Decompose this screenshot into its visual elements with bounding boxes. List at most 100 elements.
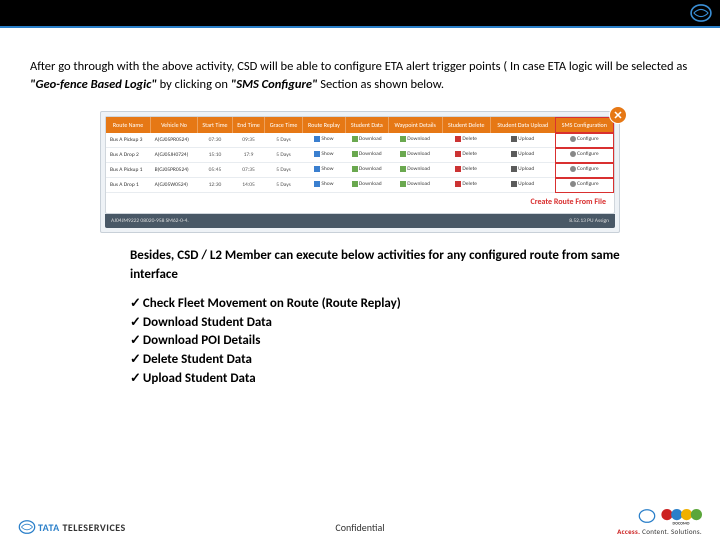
cell-show[interactable]: Show (303, 133, 346, 148)
brand-tata: TATA (38, 521, 62, 534)
list-item: Upload Student Data (130, 370, 660, 389)
title-bar (0, 0, 720, 28)
cell-upload[interactable]: Upload (490, 163, 555, 178)
route-table: Route Name Vehicle No Start Time End Tim… (106, 117, 614, 193)
cell-delete[interactable]: Delete (442, 178, 490, 193)
close-icon[interactable]: ✕ (609, 106, 627, 124)
cell-upload[interactable]: Upload (490, 148, 555, 163)
cell-upload[interactable]: Upload (490, 133, 555, 148)
col-end: End Time (232, 117, 264, 133)
strip-left: AJ04JM9222 08020-958 SM62-0-4. (111, 218, 189, 224)
cell-grace: 5 Days (265, 148, 303, 163)
route-panel: Route Name Vehicle No Start Time End Tim… (105, 116, 615, 214)
cell-show[interactable]: Show (303, 178, 346, 193)
cell-start: 05:45 (197, 163, 232, 178)
gear-icon (570, 136, 576, 142)
eye-icon (314, 136, 320, 142)
docomo-block: DOCOMO (617, 505, 702, 527)
cell-route: Bus A Pickup 1 (106, 163, 151, 178)
download-icon (400, 181, 406, 187)
create-route-link[interactable]: Create Route From File (106, 193, 614, 213)
tata-logo-top (690, 4, 712, 22)
delete-icon (455, 166, 461, 172)
tagline-access: Access. (617, 527, 640, 536)
upload-icon (511, 166, 517, 172)
gear-icon (570, 181, 576, 187)
cell-sms-config[interactable]: Configure (555, 163, 613, 178)
download-icon (400, 151, 406, 157)
cell-download[interactable]: Download (345, 133, 388, 148)
gear-icon (570, 166, 576, 172)
col-start: Start Time (197, 117, 232, 133)
col-sms-config: SMS Configuration (555, 117, 613, 133)
footer: TATA TELESERVICES Confidential DOCOMO Ac… (0, 521, 720, 534)
cell-delete[interactable]: Delete (442, 163, 490, 178)
app-screenshot: ✕ Route Name Vehicle No Start Time End T… (100, 111, 620, 233)
download-icon (400, 136, 406, 142)
cell-waypoint[interactable]: Download (388, 163, 442, 178)
cell-end: 17:9 (232, 148, 264, 163)
col-route: Route Name (106, 117, 151, 133)
cell-waypoint[interactable]: Download (388, 148, 442, 163)
col-grace: Grace Time (265, 117, 303, 133)
cell-vehicle: A(GJ05JH0724) (151, 148, 198, 163)
cell-vehicle: A(GJ05W0524) (151, 178, 198, 193)
cell-download[interactable]: Download (345, 148, 388, 163)
delete-icon (455, 181, 461, 187)
secondary-block: Besides, CSD / L2 Member can execute bel… (0, 233, 720, 389)
cell-sms-config[interactable]: Configure (555, 178, 613, 193)
eye-icon (314, 166, 320, 172)
cell-show[interactable]: Show (303, 148, 346, 163)
cell-grace: 5 Days (265, 133, 303, 148)
intro-pre: After go through with the above activity… (30, 59, 687, 74)
table-header-row: Route Name Vehicle No Start Time End Tim… (106, 117, 614, 133)
cell-start: 07:30 (197, 133, 232, 148)
download-icon (352, 151, 358, 157)
cell-waypoint[interactable]: Download (388, 178, 442, 193)
col-student-data: Student Data (345, 117, 388, 133)
list-item: Download POI Details (130, 332, 660, 351)
cell-download[interactable]: Download (345, 178, 388, 193)
cell-end: 09:35 (232, 133, 264, 148)
cell-sms-config[interactable]: Configure (555, 133, 613, 148)
activity-list: Check Fleet Movement on Route (Route Rep… (130, 295, 660, 389)
footer-brand-left: TATA TELESERVICES (18, 520, 126, 534)
eye-icon (314, 181, 320, 187)
cell-delete[interactable]: Delete (442, 148, 490, 163)
col-vehicle: Vehicle No (151, 117, 198, 133)
cell-start: 12:30 (197, 178, 232, 193)
status-strip: AJ04JM9222 08020-958 SM62-0-4. 8.52.13 P… (105, 214, 615, 228)
download-icon (352, 136, 358, 142)
download-icon (400, 166, 406, 172)
table-row: Bus A Pickup 1B(GJ05PR0524)05:4507:355 D… (106, 163, 614, 178)
cell-waypoint[interactable]: Download (388, 133, 442, 148)
cell-end: 07:35 (232, 163, 264, 178)
intro-emph1: "Geo-fence Based Logic" (30, 77, 157, 92)
cell-route: Bus A Drop 2 (106, 148, 151, 163)
cell-upload[interactable]: Upload (490, 178, 555, 193)
cell-route: Bus A Drop 1 (106, 178, 151, 193)
intro-mid: by clicking on (157, 77, 231, 92)
cell-sms-config[interactable]: Configure (555, 148, 613, 163)
cell-route: Bus A Pickup 3 (106, 133, 151, 148)
secondary-head: Besides, CSD / L2 Member can execute bel… (130, 247, 660, 285)
cell-vehicle: A(GJ05PR0524) (151, 133, 198, 148)
brand-tele: TELESERVICES (62, 521, 125, 534)
cell-show[interactable]: Show (303, 163, 346, 178)
download-icon (352, 181, 358, 187)
cell-end: 14:05 (232, 178, 264, 193)
col-upload: Student Data Upload (490, 117, 555, 133)
intro-paragraph: After go through with the above activity… (0, 28, 720, 103)
cell-delete[interactable]: Delete (442, 133, 490, 148)
col-delete: Student Delete (442, 117, 490, 133)
delete-icon (455, 136, 461, 142)
cell-grace: 5 Days (265, 163, 303, 178)
footer-brand-right: DOCOMO Access. Content. Solutions. (617, 505, 702, 536)
table-row: Bus A Drop 2A(GJ05JH0724)15:1017:95 Days… (106, 148, 614, 163)
gear-icon (570, 151, 576, 157)
table-row: Bus A Pickup 3A(GJ05PR0524)07:3009:355 D… (106, 133, 614, 148)
eye-icon (314, 151, 320, 157)
intro-emph2: "SMS Configure" (231, 77, 318, 92)
cell-grace: 5 Days (265, 178, 303, 193)
cell-download[interactable]: Download (345, 163, 388, 178)
